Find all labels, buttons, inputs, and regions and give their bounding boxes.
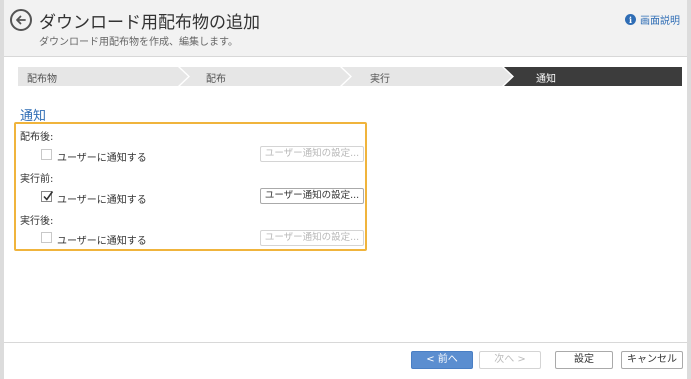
notify-after-distribution-checkbox[interactable] — [41, 149, 52, 160]
step-item-1: 配布物 — [27, 74, 57, 85]
notify-after-execution-checkbox[interactable] — [41, 232, 52, 243]
group-label-before-execution: 実行前: — [20, 174, 54, 185]
back-arrow-glyph — [16, 15, 26, 25]
page-subtitle: ダウンロード用配布物を作成、編集します。 — [39, 37, 238, 48]
step-item-2: 配布 — [206, 74, 226, 85]
step-item-3: 実行 — [370, 74, 390, 85]
help-link[interactable]: i 画面説明 — [625, 12, 680, 27]
prev-button[interactable]: < 前へ — [411, 351, 473, 369]
info-icon: i — [625, 14, 636, 25]
group-label-after-execution: 実行後: — [20, 216, 54, 227]
dialog-window: ダウンロード用配布物の追加 ダウンロード用配布物を作成、編集します。 i 画面説… — [4, 0, 687, 379]
step-item-4: 通知 — [536, 74, 556, 85]
wizard-steps-shapes — [18, 67, 682, 86]
notify-after-execution-settings-button[interactable]: ユーザー通知の設定... — [260, 230, 364, 246]
group-label-after-distribution: 配布後: — [20, 132, 54, 143]
step-shape-3 — [342, 67, 512, 86]
save-button[interactable]: 設定 — [555, 351, 613, 369]
notify-after-distribution-label: ユーザーに通知する — [57, 153, 147, 164]
next-button[interactable]: 次へ > — [479, 351, 541, 369]
footer-bar: < 前へ 次へ > 設定 キャンセル — [4, 343, 687, 379]
page-header: ダウンロード用配布物の追加 ダウンロード用配布物を作成、編集します。 i 画面説… — [4, 0, 687, 57]
help-label: 画面説明 — [640, 16, 680, 27]
notify-after-distribution-settings-button[interactable]: ユーザー通知の設定... — [260, 146, 364, 162]
step-shape-4 — [504, 67, 682, 86]
notify-after-execution-label: ユーザーに通知する — [57, 236, 147, 247]
cancel-button[interactable]: キャンセル — [621, 351, 683, 369]
wizard-steps: 配布物 配布 実行 通知 — [18, 67, 682, 86]
back-arrow-icon[interactable] — [10, 9, 32, 31]
notify-before-execution-label: ユーザーに通知する — [57, 195, 147, 206]
page-title: ダウンロード用配布物の追加 — [39, 13, 260, 33]
checkmark-icon — [43, 191, 54, 201]
notify-before-execution-checkbox[interactable] — [41, 191, 54, 202]
notify-before-execution-settings-button[interactable]: ユーザー通知の設定... — [260, 188, 364, 204]
